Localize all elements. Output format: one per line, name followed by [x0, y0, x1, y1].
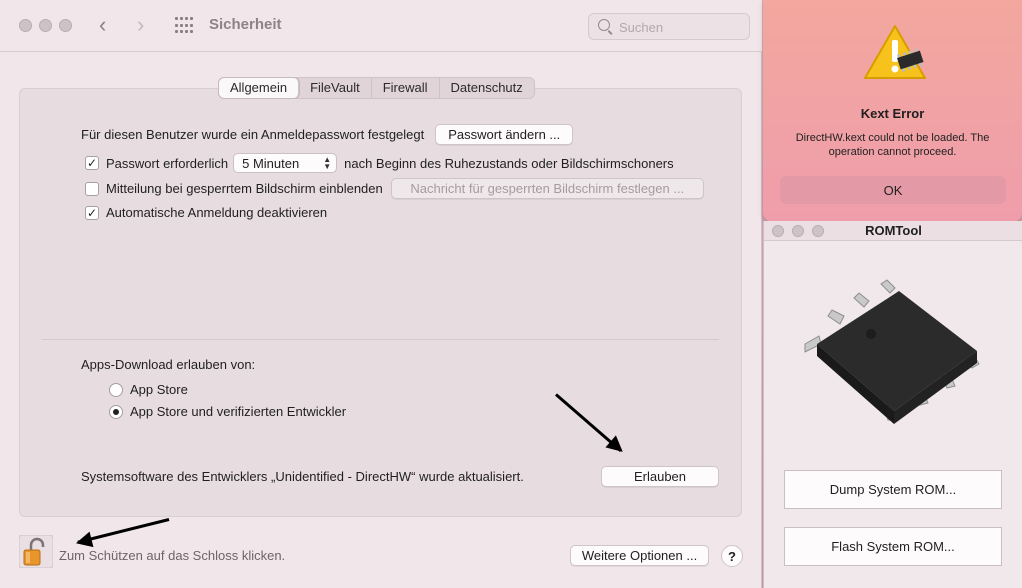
radio-app-store-label: App Store [130, 382, 188, 397]
romtool-title: ROMTool [865, 223, 922, 238]
alert-ok-button[interactable]: OK [780, 176, 1006, 204]
disable-autologin-row: ✓ Automatische Anmeldung deaktivieren [85, 205, 327, 220]
password-set-row: Für diesen Benutzer wurde ein Anmeldepas… [81, 124, 574, 145]
show-message-label: Mitteilung bei gesperrtem Bildschirm ein… [106, 181, 383, 196]
window-title: Sicherheit [209, 16, 282, 33]
alert-message: DirectHW.kext could not be loaded. The o… [795, 132, 990, 158]
warning-triangle-icon [864, 25, 926, 79]
close-window-button[interactable] [19, 19, 32, 32]
flash-rom-button[interactable]: Flash System ROM... [784, 527, 1002, 566]
security-window: ‹ › Sicherheit Allgemein FileVault Firew… [0, 0, 762, 588]
dump-rom-button[interactable]: Dump System ROM... [784, 470, 1002, 509]
system-software-text: Systemsoftware des Entwicklers „Unidenti… [81, 469, 524, 484]
rom-chip-icon [804, 279, 980, 424]
require-password-row: ✓ Passwort erforderlich 5 Minuten ▲ ▼ nac… [85, 153, 674, 173]
section-divider [42, 339, 719, 340]
padlock-open-icon[interactable] [19, 535, 53, 568]
require-password-label: Passwort erforderlich [106, 155, 229, 171]
change-password-button[interactable]: Passwort ändern ... [435, 124, 574, 145]
search-input[interactable] [619, 18, 744, 36]
minimize-window-button[interactable] [39, 19, 52, 32]
show-all-grid-icon[interactable] [175, 17, 193, 35]
tab-allgemein[interactable]: Allgemein [219, 78, 300, 98]
help-button[interactable]: ? [721, 545, 743, 567]
forward-arrow-icon[interactable]: › [137, 12, 144, 38]
show-message-row: Mitteilung bei gesperrtem Bildschirm ein… [85, 178, 704, 199]
password-set-text: Für diesen Benutzer wurde ein Anmeldepas… [81, 127, 425, 142]
kext-error-alert: Kext Error DirectHW.kext could not be lo… [763, 0, 1022, 222]
romtool-title-bar: ROMTool [764, 221, 1022, 241]
disable-autologin-checkbox[interactable]: ✓ [85, 205, 99, 220]
radio-app-store-devs-row: App Store und verifizierten Entwickler [109, 404, 346, 419]
radio-app-store-devs[interactable] [109, 404, 123, 419]
more-options-button[interactable]: Weitere Optionen ... [570, 545, 709, 566]
zoom-window-button[interactable] [59, 19, 72, 32]
allow-button[interactable]: Erlauben [601, 466, 719, 487]
title-bar: ‹ › Sicherheit [0, 0, 762, 52]
tab-firewall[interactable]: Firewall [372, 78, 440, 98]
annotation-arrow-icon [77, 518, 170, 544]
apps-download-label: Apps-Download erlauben von: [81, 357, 256, 372]
tab-datenschutz[interactable]: Datenschutz [440, 78, 534, 98]
radio-app-store-devs-label: App Store und verifizierten Entwickler [130, 404, 347, 419]
password-delay-value: 5 Minuten [242, 155, 300, 171]
alert-title: Kext Error [860, 106, 925, 121]
require-password-suffix: nach Beginn des Ruhezustands oder Bildsc… [344, 155, 674, 171]
show-message-checkbox[interactable] [85, 181, 99, 196]
chevron-updown-icon: ▲ ▼ [323, 155, 332, 171]
back-arrow-icon[interactable]: ‹ [99, 12, 106, 38]
search-field[interactable] [588, 13, 750, 40]
tab-filevault[interactable]: FileVault [299, 78, 372, 98]
search-icon [598, 19, 610, 31]
romtool-window: ROMTool Dump System ROM... Flash System … [763, 221, 1022, 588]
set-lock-message-button[interactable]: Nachricht für gesperrten Bildschirm fest… [390, 178, 704, 199]
password-delay-select[interactable]: 5 Minuten ▲ ▼ [233, 153, 338, 173]
radio-app-store-row: App Store [109, 382, 188, 397]
lock-hint-text: Zum Schützen auf das Schloss klicken. [59, 548, 286, 563]
require-password-checkbox[interactable]: ✓ [85, 156, 99, 170]
disable-autologin-label: Automatische Anmeldung deaktivieren [106, 205, 328, 220]
radio-app-store[interactable] [109, 382, 123, 397]
tab-bar: Allgemein FileVault Firewall Datenschutz [218, 77, 535, 99]
